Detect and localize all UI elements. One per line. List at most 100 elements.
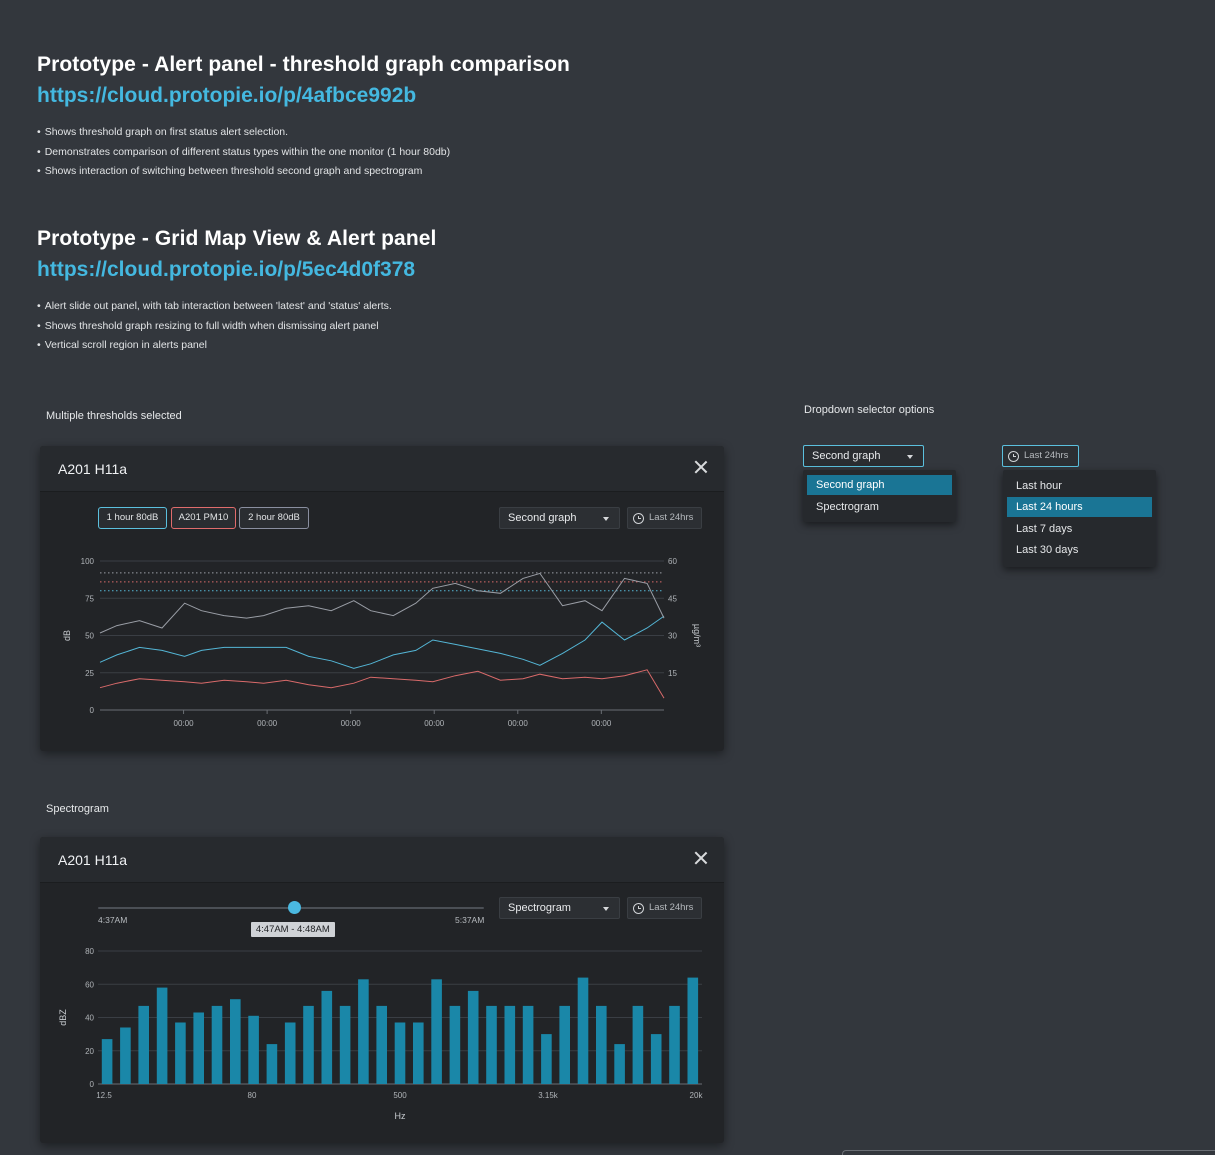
spectrum-bar: [541, 1034, 552, 1084]
spectrum-bar: [413, 1022, 424, 1084]
menu-item-second-graph[interactable]: Second graph: [807, 475, 952, 495]
list-item: Vertical scroll region in alerts panel: [37, 336, 392, 356]
spectrum-bar: [284, 1022, 296, 1084]
caption-spectrogram: Spectrogram: [46, 803, 109, 815]
spectrum-bar: [156, 987, 168, 1084]
slider-start-label: 4:37AM: [98, 915, 128, 925]
menu-item-last-30-days[interactable]: Last 30 days: [1007, 540, 1152, 560]
spectrum-bar: [632, 1005, 644, 1084]
scroll-edge: [842, 1150, 1215, 1155]
series-line: [99, 669, 665, 699]
graph-type-select-open[interactable]: Second graph: [803, 445, 924, 467]
panel-header: A201 H11a: [40, 446, 724, 492]
spectrogram-bar-chart: 0 20 40 60 80 dBZ 12.5 80 500 3.15k 20k Hz: [58, 947, 703, 1121]
close-icon[interactable]: [694, 851, 708, 865]
y-right-tick-label: 30: [668, 632, 677, 641]
time-range-button[interactable]: Last 24hrs: [627, 507, 702, 529]
spectrum-bar: [138, 1005, 149, 1084]
spectrum-bar: [559, 1005, 570, 1084]
bullet-list: Shows threshold graph on first status al…: [37, 123, 450, 182]
time-range-label: Last 24hrs: [649, 902, 694, 913]
caption-dropdown: Dropdown selector options: [804, 404, 935, 416]
y-tick-label: 40: [85, 1014, 94, 1023]
select-value: Second graph: [812, 449, 881, 462]
section-title: Prototype - Grid Map View & Alert panel: [37, 227, 437, 250]
menu-item-spectrogram[interactable]: Spectrogram: [807, 497, 952, 517]
panel-header: A201 H11a: [40, 837, 724, 883]
x-tick-label: 500: [393, 1091, 407, 1100]
x-tick-label: 00:00: [424, 719, 445, 728]
slider-tooltip: 4:47AM - 4:48AM: [250, 922, 335, 937]
spectrum-bar: [577, 977, 589, 1084]
select-value: Second graph: [508, 512, 577, 524]
y-tick-label: 20: [85, 1047, 94, 1056]
threshold-chip-1-hour[interactable]: 1 hour 80dB: [98, 507, 167, 529]
graph-type-select[interactable]: Spectrogram: [499, 897, 620, 919]
chevron-down-icon: [603, 907, 609, 911]
y-axis-label: dB: [62, 630, 72, 641]
threshold-chip-pm10[interactable]: A201 PM10: [171, 507, 236, 529]
prototype-link[interactable]: https://cloud.protopie.io/p/5ec4d0f378: [37, 258, 415, 282]
menu-item-last-7-days[interactable]: Last 7 days: [1007, 519, 1152, 539]
y-tick-label: 75: [85, 594, 94, 603]
y-tick-label: 25: [85, 669, 94, 678]
y-axis-label: dBZ: [58, 1009, 68, 1026]
y-tick-label: 100: [81, 557, 95, 566]
spectrum-bar: [248, 1015, 259, 1084]
time-range-menu: Last hour Last 24 hours Last 7 days Last…: [1003, 470, 1156, 567]
spectrum-bar: [431, 979, 442, 1084]
spectrum-bar: [522, 1005, 534, 1084]
x-tick-label: 00:00: [341, 719, 362, 728]
x-axis-label: Hz: [395, 1111, 406, 1121]
spectrum-bar: [193, 1012, 204, 1084]
section-title: Prototype - Alert panel - threshold grap…: [37, 53, 570, 76]
list-item: Demonstrates comparison of different sta…: [37, 143, 450, 163]
bullet-list: Alert slide out panel, with tab interact…: [37, 297, 392, 356]
spectrum-bar: [467, 990, 479, 1084]
spectrum-bar: [303, 1005, 314, 1084]
clock-icon: [1008, 451, 1019, 462]
prototype-link[interactable]: https://cloud.protopie.io/p/4afbce992b: [37, 84, 416, 108]
y-tick-label: 50: [85, 632, 94, 641]
y-right-tick-label: 60: [668, 557, 677, 566]
time-range-button-open[interactable]: Last 24hrs: [1002, 445, 1079, 467]
spectrum-bar: [687, 977, 699, 1084]
y-right-tick-label: 15: [668, 669, 677, 678]
list-item: Shows threshold graph on first status al…: [37, 123, 450, 143]
spectrum-bar: [669, 1005, 680, 1084]
spectrum-bar: [358, 979, 369, 1084]
list-item: Shows threshold graph resizing to full w…: [37, 317, 392, 337]
time-slider-thumb[interactable]: [288, 901, 302, 914]
menu-item-last-24-hours[interactable]: Last 24 hours: [1007, 497, 1152, 517]
spectrum-bar: [211, 1005, 223, 1084]
x-tick-label: 80: [248, 1091, 257, 1100]
series-line: [99, 615, 665, 669]
threshold-line-chart: 0 25 50 75 100 15 30 45 60 dB µg/m³ 00:00 00:00 00:00…: [62, 557, 702, 728]
threshold-chip-2-hour[interactable]: 2 hour 80dB: [239, 507, 309, 529]
clock-icon: [633, 513, 644, 524]
spectrum-bar: [486, 1005, 497, 1084]
spectrum-bar: [596, 1005, 607, 1084]
spectrum-bar: [266, 1044, 278, 1084]
spectrum-bar: [449, 1005, 461, 1084]
y-tick-label: 60: [85, 980, 94, 989]
x-tick-label: 00:00: [257, 719, 278, 728]
time-range-button[interactable]: Last 24hrs: [627, 897, 702, 919]
x-tick-label: 00:00: [508, 719, 529, 728]
clock-icon: [633, 903, 644, 914]
x-tick-label: 00:00: [174, 719, 195, 728]
y-tick-label: 0: [90, 1080, 95, 1089]
spectrum-bar: [339, 1005, 351, 1084]
spectrum-bar: [230, 999, 241, 1084]
spectrum-bar: [504, 1005, 516, 1084]
spectrum-bar: [394, 1022, 406, 1084]
x-tick-label: 12.5: [96, 1091, 112, 1100]
close-icon[interactable]: [694, 460, 708, 474]
list-item: Shows interaction of switching between t…: [37, 162, 450, 182]
menu-item-last-hour[interactable]: Last hour: [1007, 476, 1152, 496]
slider-end-label: 5:37AM: [455, 915, 485, 925]
spectrum-bar: [376, 1005, 387, 1084]
graph-type-select[interactable]: Second graph: [499, 507, 620, 529]
time-range-label: Last 24hrs: [1024, 450, 1069, 461]
y-right-tick-label: 45: [668, 594, 677, 603]
